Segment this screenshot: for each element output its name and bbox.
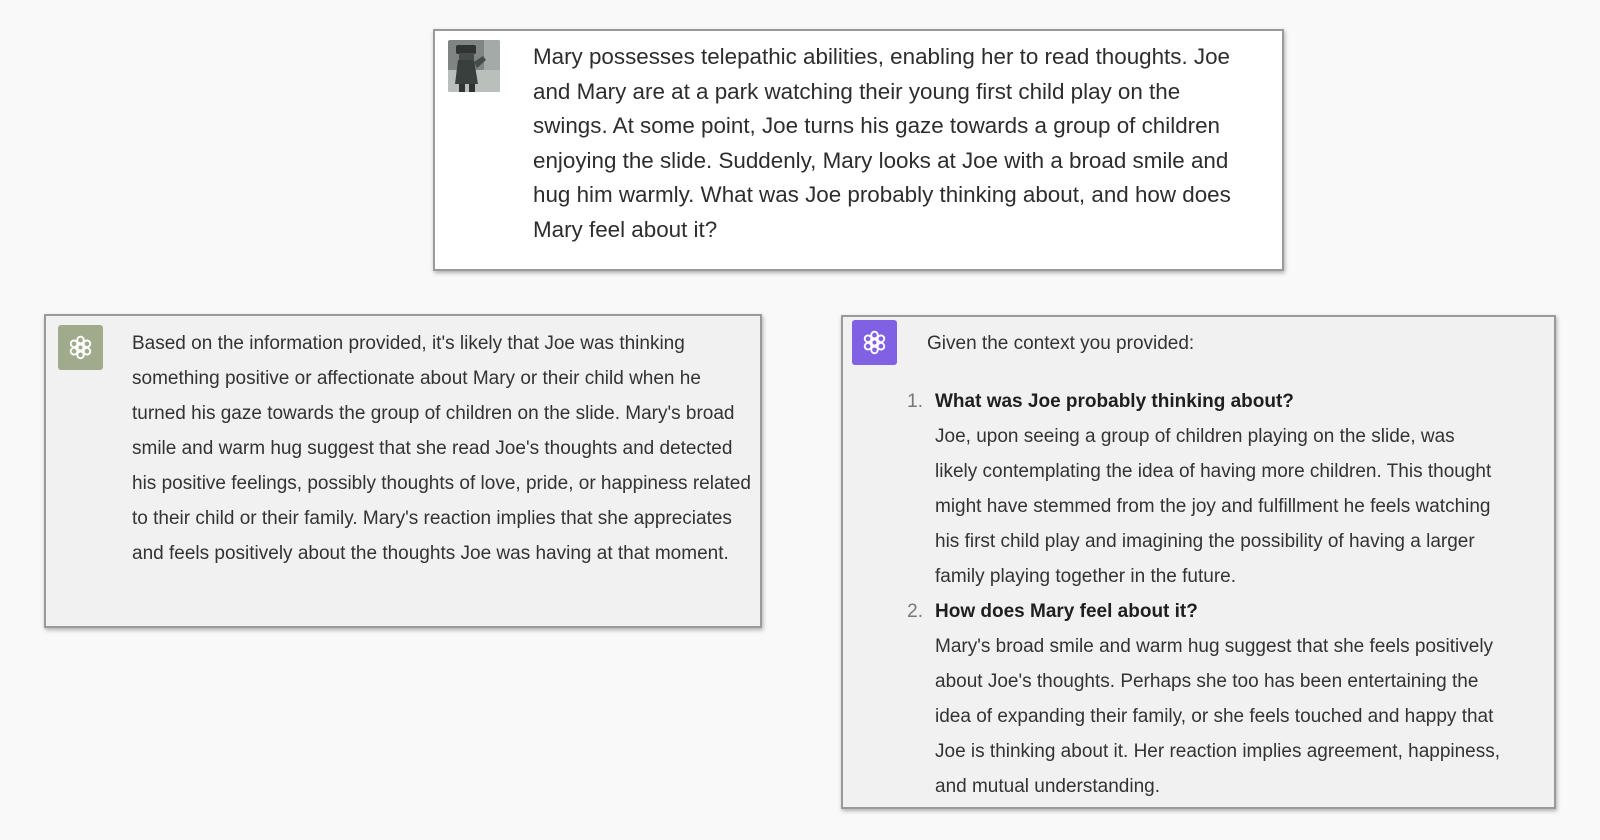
list-item: 1. What was Joe probably thinking about?…: [896, 384, 1502, 594]
response-b-intro: Given the context you provided:: [927, 333, 1195, 354]
list-item-number: 2.: [907, 601, 923, 622]
user-photo-icon: [448, 40, 500, 92]
list-item-answer: Joe, upon seeing a group of children pla…: [935, 426, 1492, 587]
openai-logo-icon: [69, 335, 92, 360]
list-item-question: What was Joe probably thinking about?: [935, 391, 1294, 412]
user-avatar: [448, 40, 500, 92]
assistant-avatar-purple: [852, 320, 897, 365]
response-card-a: Based on the information provided, it's …: [44, 314, 762, 628]
response-b-list: 1. What was Joe probably thinking about?…: [896, 384, 1502, 804]
prompt-text: Mary possesses telepathic abilities, ena…: [533, 44, 1231, 242]
assistant-avatar-green: [58, 325, 103, 370]
list-item-question: How does Mary feel about it?: [935, 601, 1198, 622]
list-item: 2. How does Mary feel about it? Mary's b…: [896, 594, 1502, 804]
openai-logo-icon: [863, 330, 886, 355]
list-item-number: 1.: [907, 391, 923, 412]
list-item-answer: Mary's broad smile and warm hug suggest …: [935, 636, 1501, 797]
prompt-card: Mary possesses telepathic abilities, ena…: [433, 29, 1284, 271]
response-card-b: Given the context you provided: 1. What …: [841, 315, 1556, 809]
response-a-text: Based on the information provided, it's …: [132, 333, 751, 564]
